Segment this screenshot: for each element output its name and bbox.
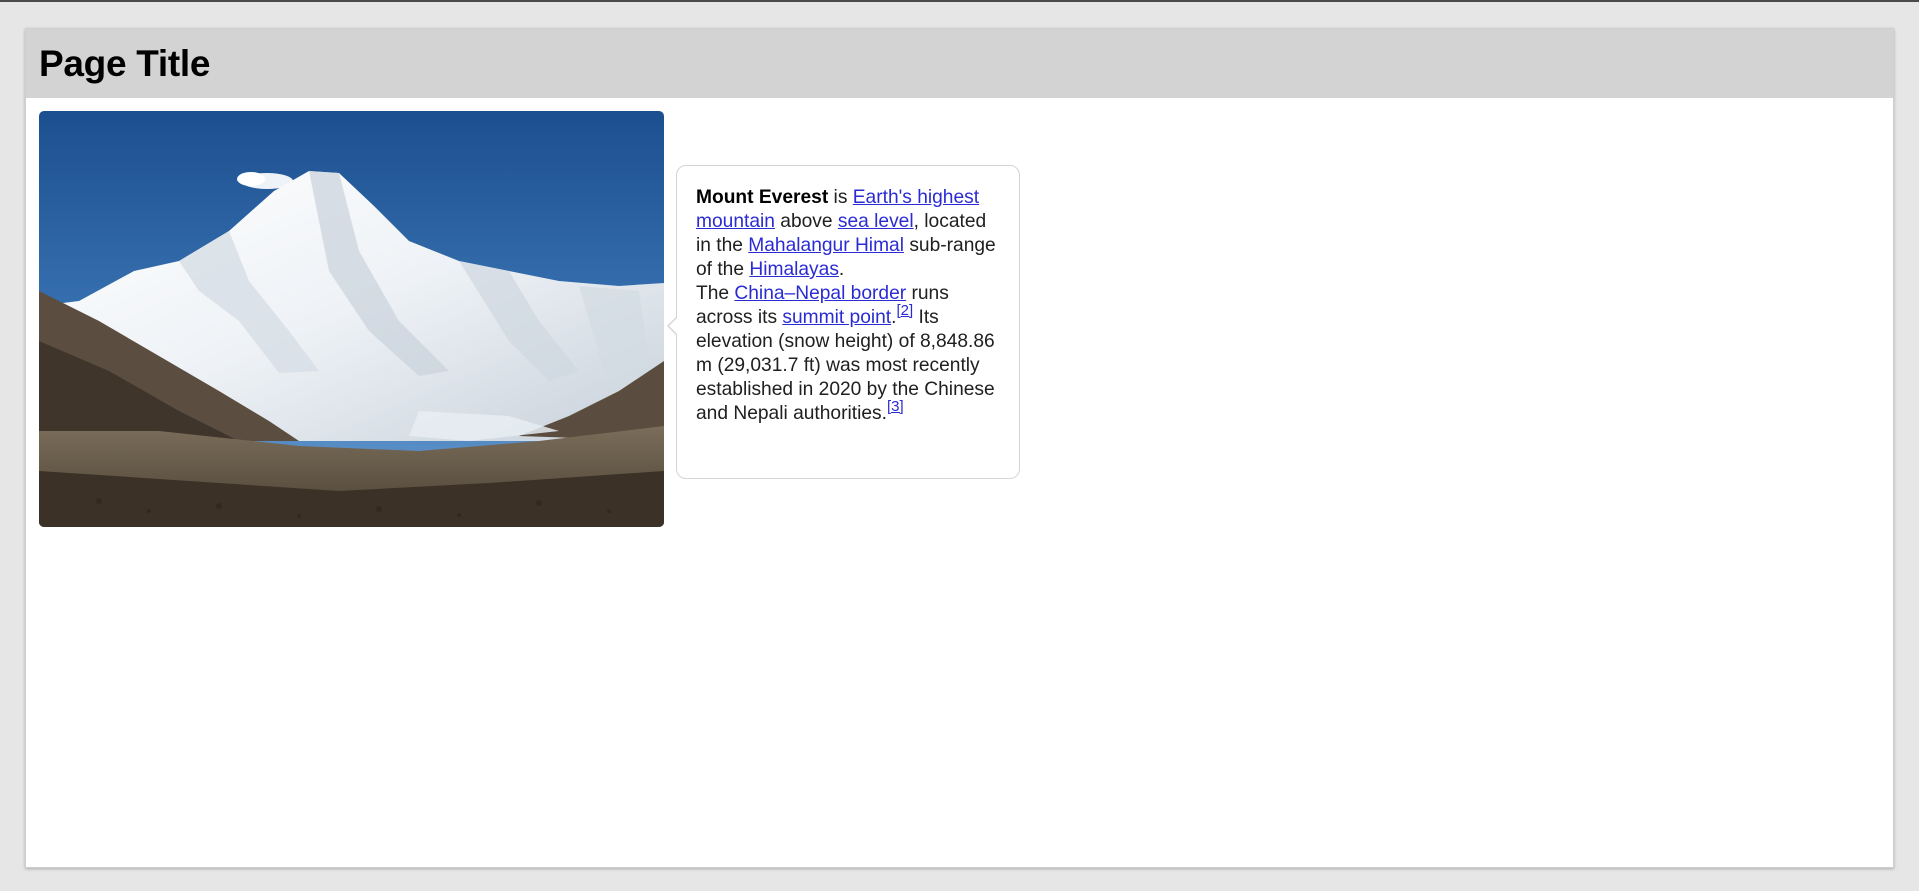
mount-everest-image bbox=[39, 111, 664, 527]
reference-2-link[interactable]: [2] bbox=[896, 302, 913, 319]
mahalangur-himal-link[interactable]: Mahalangur Himal bbox=[748, 235, 904, 256]
page-header: Page Title bbox=[26, 29, 1893, 98]
subject-text: Mount Everest bbox=[696, 187, 829, 208]
reference-3-link[interactable]: [3] bbox=[887, 398, 904, 415]
bubble-text: is bbox=[828, 187, 853, 208]
bubble-text: above bbox=[774, 211, 838, 232]
page-title: Page Title bbox=[39, 42, 211, 84]
himalayas-link[interactable]: Himalayas bbox=[749, 259, 839, 280]
page-container: Page Title Mount Everest is Earth's high… bbox=[25, 28, 1894, 868]
summit-point-link[interactable]: summit point bbox=[782, 307, 891, 328]
sea-level-link[interactable]: sea level bbox=[838, 211, 914, 232]
china-nepal-border-link[interactable]: China–Nepal border bbox=[734, 283, 906, 304]
bubble-text: The bbox=[696, 283, 735, 304]
info-speech-bubble: Mount Everest is Earth's highest mountai… bbox=[667, 165, 1020, 479]
bubble-text: . bbox=[838, 259, 845, 280]
top-border-line bbox=[0, 0, 1919, 2]
